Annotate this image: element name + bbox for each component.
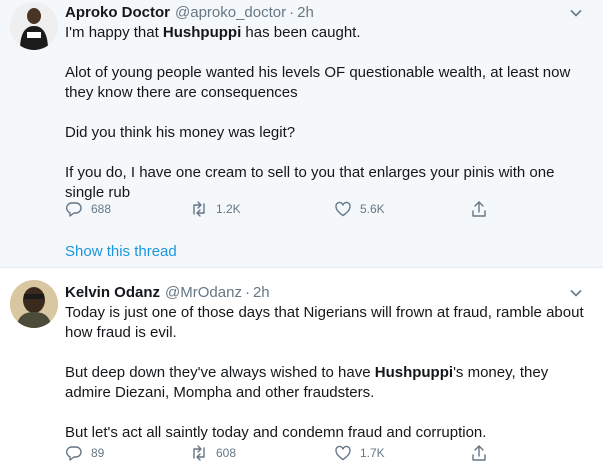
tweet-text: Today is just one of those days that Nig… bbox=[65, 303, 585, 443]
retweet-button[interactable]: 1.2K bbox=[190, 200, 241, 218]
user-handle[interactable]: @aproko_doctor bbox=[175, 4, 286, 21]
display-name[interactable]: Kelvin Odanz bbox=[65, 284, 160, 301]
retweet-icon bbox=[193, 201, 205, 217]
reply-count: 89 bbox=[91, 446, 105, 460]
like-count: 5.6K bbox=[360, 202, 385, 216]
tweet-paragraph: Did you think his money was legit? bbox=[65, 124, 296, 141]
timestamp[interactable]: 2h bbox=[253, 284, 270, 301]
retweet-icon bbox=[193, 445, 205, 461]
tweet-text: I'm happy that Hushpuppi has been caught… bbox=[65, 23, 585, 203]
retweet-button[interactable]: 608 bbox=[190, 444, 236, 462]
tweet-actions: 89 608 1.7K bbox=[65, 444, 505, 465]
hashtag-keyword: Hushpuppi bbox=[374, 364, 454, 381]
show-thread-link[interactable]: Show this thread bbox=[65, 243, 177, 260]
share-button[interactable] bbox=[470, 200, 496, 218]
chevron-down-icon[interactable] bbox=[569, 6, 583, 20]
retweet-count: 1.2K bbox=[216, 202, 241, 216]
share-icon bbox=[472, 445, 486, 461]
hashtag-keyword: Hushpuppi bbox=[162, 24, 242, 41]
tweet-paragraph: If you do, I have one cream to sell to y… bbox=[65, 164, 555, 201]
like-button[interactable]: 1.7K bbox=[334, 444, 385, 462]
tweet-actions: 688 1.2K 5.6K bbox=[65, 200, 505, 224]
user-handle[interactable]: @MrOdanz bbox=[165, 284, 242, 301]
tweet-text-segment: But deep down they've always wished to h… bbox=[65, 364, 375, 381]
reply-count: 688 bbox=[91, 202, 112, 216]
like-count: 1.7K bbox=[360, 446, 385, 460]
show-thread-row[interactable]: Show this thread bbox=[0, 232, 603, 268]
tweet-aproko-doctor[interactable]: Aproko Doctor @aproko_doctor · 2h I'm ha… bbox=[0, 0, 603, 232]
reply-icon bbox=[66, 446, 82, 461]
share-icon bbox=[472, 201, 486, 217]
tweet-paragraph: Today is just one of those days that Nig… bbox=[65, 304, 584, 341]
heart-icon bbox=[335, 445, 351, 461]
avatar[interactable] bbox=[10, 2, 58, 50]
avatar[interactable] bbox=[10, 280, 58, 328]
reply-button[interactable]: 688 bbox=[65, 200, 111, 218]
tweet-header: Aproko Doctor @aproko_doctor · 2h bbox=[65, 4, 314, 21]
reply-button[interactable]: 89 bbox=[65, 444, 104, 462]
tweet-text-segment: has been caught. bbox=[241, 24, 361, 41]
tweet-kelvin-odanz[interactable]: Kelvin Odanz @MrOdanz · 2h Today is just… bbox=[0, 268, 603, 465]
heart-icon bbox=[335, 201, 351, 217]
separator: · bbox=[244, 284, 250, 301]
tweet-paragraph: Alot of young people wanted his levels O… bbox=[65, 64, 571, 101]
retweet-count: 608 bbox=[216, 446, 237, 460]
tweet-text-segment: I'm happy that bbox=[65, 24, 163, 41]
share-button[interactable] bbox=[470, 444, 496, 462]
reply-icon bbox=[66, 202, 82, 217]
chevron-down-icon[interactable] bbox=[569, 286, 583, 300]
separator: · bbox=[289, 4, 295, 21]
like-button[interactable]: 5.6K bbox=[334, 200, 385, 218]
tweet-paragraph: But let's act all saintly today and cond… bbox=[65, 424, 487, 441]
display-name[interactable]: Aproko Doctor bbox=[65, 4, 170, 21]
timestamp[interactable]: 2h bbox=[297, 4, 314, 21]
tweet-header: Kelvin Odanz @MrOdanz · 2h bbox=[65, 284, 270, 301]
